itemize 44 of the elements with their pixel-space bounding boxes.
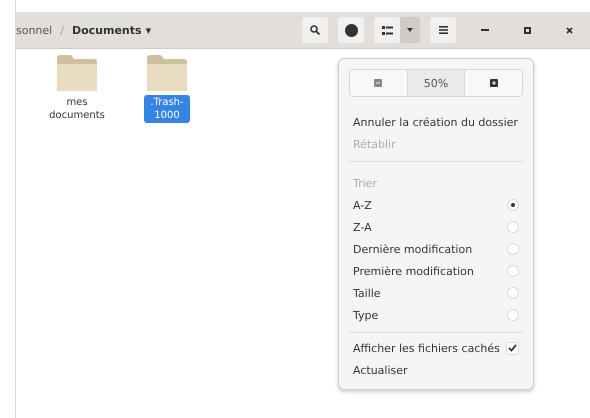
view-options-button[interactable] <box>400 17 420 43</box>
list-view-button[interactable] <box>374 17 400 43</box>
folder-icon <box>57 55 97 91</box>
toggle-option[interactable]: Afficher les fichiers cachés <box>349 337 523 359</box>
search-button[interactable] <box>302 17 328 43</box>
radio-button[interactable] <box>507 287 519 299</box>
menu-icon <box>438 26 448 34</box>
folder-name: .Trash-1000 <box>144 95 190 123</box>
radio-button[interactable] <box>507 265 519 277</box>
sort-option[interactable]: Type <box>349 304 523 326</box>
minus-icon <box>374 79 382 87</box>
menu-item[interactable]: Actualiser <box>349 359 523 381</box>
plus-icon <box>490 79 498 87</box>
section-heading: Trier <box>352 176 378 192</box>
breadcrumb-current[interactable]: Documents ▾ <box>72 24 152 36</box>
minimize-icon <box>481 29 489 31</box>
zoom-out-button[interactable] <box>350 70 408 96</box>
radio-button[interactable] <box>507 221 519 233</box>
sort-option[interactable]: Première modification <box>349 260 523 282</box>
sort-option[interactable]: Taille <box>349 282 523 304</box>
circle-icon <box>344 24 358 36</box>
sort-option[interactable]: Dernière modification <box>349 238 523 260</box>
breadcrumb-separator: / <box>60 24 64 36</box>
folder-name: mes documents <box>48 96 106 123</box>
caret-icon <box>407 28 413 32</box>
folder-icon <box>147 55 187 91</box>
search-icon <box>310 25 320 35</box>
sort-option[interactable]: A-Z <box>349 194 523 216</box>
menu-button[interactable] <box>430 17 456 43</box>
zoom-level-button[interactable]: 50% <box>408 70 466 96</box>
menu-item[interactable]: Annuler la création du dossier <box>349 111 523 133</box>
folder-item[interactable]: mes documents <box>44 55 110 123</box>
check-icon <box>508 344 517 352</box>
radio-button[interactable] <box>507 199 519 211</box>
list-icon <box>382 26 392 34</box>
close-icon <box>566 26 572 34</box>
checkbox[interactable] <box>506 342 519 354</box>
progress-button[interactable] <box>338 17 364 43</box>
sort-option[interactable]: Z-A <box>349 216 523 238</box>
radio-button[interactable] <box>507 309 519 321</box>
breadcrumb-item[interactable]: sonnel <box>16 24 52 36</box>
maximize-icon <box>524 26 530 34</box>
radio-button[interactable] <box>507 243 519 255</box>
folder-item[interactable]: .Trash-1000 <box>134 55 200 123</box>
